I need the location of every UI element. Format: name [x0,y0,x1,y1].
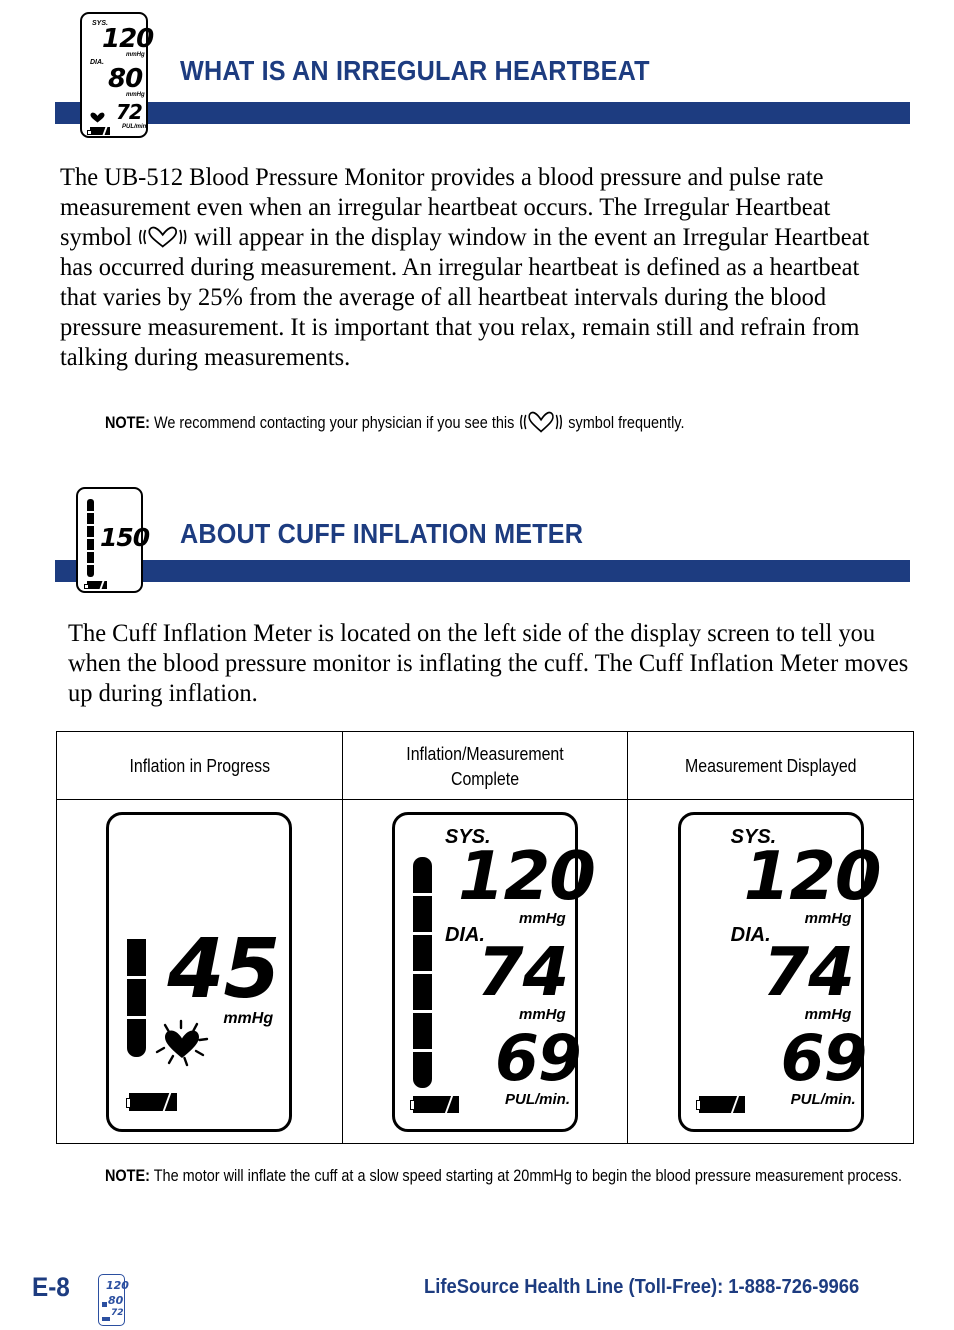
sys-unit: mmHg [518,909,566,927]
note-label: NOTE: [105,1166,150,1185]
table-header-cell-2: Inflation/Measurement Complete [341,731,629,800]
section1-header-bar [55,102,910,124]
dia-value: 80 [108,64,143,94]
table-cell-inflation-complete: SYS. 120 mmHg DIA. 74 mmHg 69 PUL/min. [341,799,629,1144]
section1-paragraph: The UB-512 Blood Pressure Monitor provid… [60,162,895,372]
bp-monitor-icon-footer: 120 80 72 [98,1274,129,1326]
sys-value: 120 [457,836,596,915]
dia-label: DIA. [90,59,104,66]
note-text: The motor will inflate the cuff at a slo… [153,1166,903,1185]
dia-value: 74 [476,932,569,1011]
pulse-value: 69 [780,1021,868,1095]
cuff-pressure-value: 150 [100,523,150,552]
pulse-unit: PUL/min. [790,1090,856,1108]
section2-note: NOTE: The motor will inflate the cuff at… [105,1164,921,1188]
meter-seg-4 [87,526,94,537]
meter-seg-2 [87,552,94,563]
pressure-unit: mmHg [223,1009,274,1027]
pulse-unit: PUL/min. [504,1090,570,1108]
table-cell-measurement-displayed: SYS. 120 mmHg DIA. 74 mmHg 69 PUL/min. [627,799,914,1144]
pressure-value: 45 [167,921,280,1017]
table-header-label: Measurement Displayed [684,755,857,776]
cuff-inflation-states-table: Inflation in Progress Inflation/Measurem… [56,731,914,1144]
note-label: NOTE: [105,413,150,432]
irregular-heartbeat-symbol-note [518,410,564,433]
meter-seg-1 [412,1051,432,1088]
device-display-1: 45 mmHg [106,811,293,1132]
table-header-row: Inflation in Progress Inflation/Measurem… [56,731,914,800]
battery-icon [102,1317,110,1321]
section2-header-bar [55,560,910,582]
battery-icon [126,1092,178,1111]
meter-seg-3 [87,539,94,550]
heartbeat-flashing-icon [147,1011,217,1078]
section1-title: WHAT IS AN IRREGULAR HEARTBEAT [180,55,650,86]
table-cell-inflation-in-progress: 45 mmHg [56,799,343,1144]
meter-seg-5 [412,895,432,932]
table-body-row: 45 mmHg SYS. 120 mmHg DIA. 74 mmHg 69 PU… [56,799,914,1144]
battery-icon [409,1095,459,1113]
sys-unit: mmHg [126,52,145,58]
table-header-label: Inflation/Measurement Complete [406,742,564,789]
bp-monitor-icon-header: SYS. 120 mmHg DIA. 80 mmHg 72 PUL/min. [80,12,154,138]
health-line-text: LifeSource Health Line (Toll-Free): 1-88… [424,1276,860,1298]
meter-seg-3 [412,973,432,1010]
note-text-1: We recommend contacting your physician i… [153,413,515,432]
dia-unit: mmHg [126,92,145,98]
irregular-heartbeat-symbol-inline [138,224,188,248]
cuff-inflation-meter-icon: 150 [76,487,150,593]
meter-seg-4 [412,934,432,971]
page-number: E-8 [32,1272,70,1302]
section2-paragraph: The Cuff Inflation Meter is located on t… [68,618,909,707]
dia-unit: mmHg [804,1005,852,1023]
meter-seg-5 [87,513,94,524]
meter-seg-3 [127,938,147,976]
dia-value: 80 [108,1294,124,1307]
meter-seg-6 [87,499,94,511]
meter-seg-6 [412,856,432,893]
pulse-value: 72 [111,1308,124,1318]
pulse-value: 69 [494,1021,582,1095]
heart-icon [102,1302,107,1307]
battery-icon [87,127,110,135]
pulse-value: 72 [116,100,143,124]
sys-value: 120 [106,1279,129,1292]
dia-value: 74 [762,932,855,1011]
device-display-3: SYS. 120 mmHg DIA. 74 mmHg 69 PUL/min. [677,811,882,1132]
section2-title: ABOUT CUFF INFLATION METER [180,518,584,549]
dia-unit: mmHg [518,1005,566,1023]
section1-note: NOTE: We recommend contacting your physi… [105,410,938,435]
table-header-cell-3: Measurement Displayed [627,731,914,800]
battery-icon [84,581,107,589]
device-display-2: SYS. 120 mmHg DIA. 74 mmHg 69 PUL/min. [391,811,596,1132]
table-header-label: Inflation in Progress [129,755,270,776]
sys-value: 120 [743,836,882,915]
meter-seg-2 [412,1012,432,1049]
meter-seg-2 [127,978,147,1016]
meter-seg-1 [87,565,94,577]
heart-icon [90,112,105,125]
note-text-2: symbol frequently. [568,413,685,432]
battery-icon [695,1095,745,1113]
sys-value: 120 [102,24,154,54]
table-header-cell-1: Inflation in Progress [56,731,343,800]
sys-unit: mmHg [804,909,852,927]
pulse-unit: PUL/min. [122,124,149,130]
meter-seg-1 [127,1018,147,1057]
